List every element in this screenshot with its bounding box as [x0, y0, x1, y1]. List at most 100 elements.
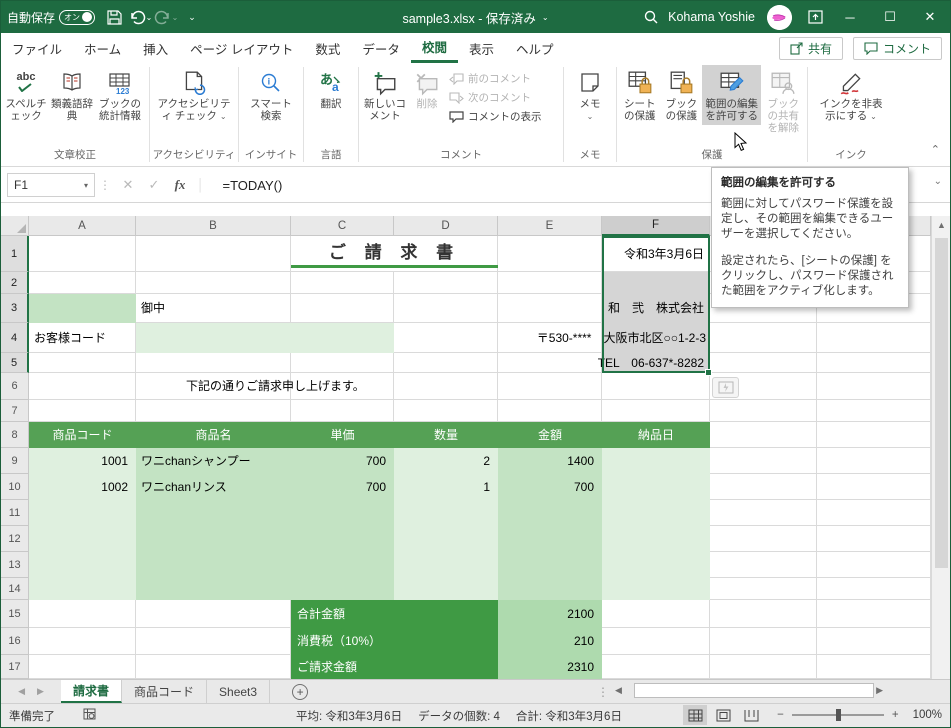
minimize-button[interactable]: ─: [830, 1, 870, 33]
sheet-tab-sheet3[interactable]: Sheet3: [207, 680, 270, 703]
tab-file[interactable]: ファイル: [1, 33, 73, 63]
zoom-slider[interactable]: − +: [777, 709, 898, 721]
page-break-view-icon[interactable]: [739, 705, 763, 725]
horizontal-scrollbar[interactable]: ◀ ▶: [611, 682, 901, 699]
zoom-in-icon[interactable]: +: [892, 709, 899, 721]
grid-cell[interactable]: [136, 272, 291, 294]
grid-cell[interactable]: [29, 236, 136, 272]
tab-review[interactable]: 校閲: [411, 33, 458, 63]
grid-cell[interactable]: [710, 655, 817, 679]
ribbon-display-options-icon[interactable]: [800, 1, 830, 33]
scroll-left-icon[interactable]: ◀: [615, 685, 622, 696]
collapse-ribbon-icon[interactable]: ⌃: [931, 143, 940, 156]
protect-sheet-button[interactable]: シートの保護: [619, 65, 661, 125]
zoom-level[interactable]: 100%: [913, 709, 942, 721]
grid-cell[interactable]: [136, 526, 291, 552]
column-header-A[interactable]: A: [29, 216, 136, 236]
col-header-product-name[interactable]: 商品名: [136, 422, 291, 448]
vertical-scroll-thumb[interactable]: [935, 238, 948, 568]
grid-cell[interactable]: [817, 552, 931, 578]
tax-label[interactable]: 消費税（10%）: [297, 628, 381, 655]
table-row[interactable]: 1400: [498, 448, 594, 474]
grid-cell[interactable]: [498, 373, 602, 400]
autosave-toggle[interactable]: オン: [59, 10, 95, 25]
grid-cell[interactable]: [710, 422, 817, 448]
allow-edit-ranges-button[interactable]: 範囲の編集を許可する: [702, 65, 761, 125]
grid-cell[interactable]: [602, 552, 710, 578]
tab-data[interactable]: データ: [351, 33, 411, 63]
grid-cell[interactable]: [291, 353, 394, 373]
row-header-6[interactable]: 6: [1, 373, 29, 400]
grid-cell[interactable]: [602, 400, 710, 422]
table-row[interactable]: ワニchanシャンプー: [141, 448, 251, 474]
notes-button[interactable]: メモ⌄: [572, 65, 608, 126]
thesaurus-button[interactable]: 類義語辞典: [49, 65, 95, 125]
row-header-3[interactable]: 3: [1, 294, 29, 323]
vertical-scrollbar[interactable]: ▲: [931, 216, 951, 679]
grid-cell[interactable]: [136, 628, 291, 655]
grid-cell[interactable]: [817, 500, 931, 526]
grid-cell[interactable]: [498, 272, 602, 294]
grid-cell[interactable]: [817, 323, 931, 353]
spell-check-button[interactable]: abc スペルチェック: [3, 65, 49, 125]
total-value[interactable]: 2100: [498, 600, 594, 628]
save-icon[interactable]: [101, 4, 127, 30]
row-header-2[interactable]: 2: [1, 272, 29, 294]
row-header-12[interactable]: 12: [1, 526, 29, 552]
new-comment-button[interactable]: 新しいコメント: [361, 65, 409, 125]
search-icon[interactable]: [638, 4, 664, 30]
sheet-tab-invoice[interactable]: 請求書: [61, 680, 122, 703]
grid-cell[interactable]: [29, 600, 136, 628]
grid-cell[interactable]: [29, 578, 136, 600]
grid-cell[interactable]: [136, 400, 291, 422]
grid-cell[interactable]: [710, 628, 817, 655]
table-row[interactable]: 1002: [29, 474, 128, 500]
row-header-13[interactable]: 13: [1, 552, 29, 578]
scroll-right-icon[interactable]: ▶: [876, 685, 883, 696]
grid-cell[interactable]: [394, 526, 498, 552]
table-row[interactable]: 700: [498, 474, 594, 500]
grid-cell[interactable]: [817, 578, 931, 600]
grid-cell[interactable]: [394, 600, 498, 628]
tab-help[interactable]: ヘルプ: [505, 33, 565, 63]
grid-cell[interactable]: [394, 373, 498, 400]
grid-cell[interactable]: [710, 448, 817, 474]
grid-cell[interactable]: [498, 400, 602, 422]
grid-cell[interactable]: [710, 552, 817, 578]
row-header-5[interactable]: 5: [1, 353, 29, 373]
grid-cell[interactable]: [394, 655, 498, 679]
tabbar-divider[interactable]: ⋮: [597, 680, 609, 704]
grid-cell[interactable]: [291, 400, 394, 422]
grid-cell[interactable]: [817, 373, 931, 400]
column-header-F[interactable]: F: [602, 216, 710, 236]
table-row[interactable]: ワニchanリンス: [141, 474, 227, 500]
grid-cell[interactable]: [602, 600, 710, 628]
grid-cell[interactable]: [817, 474, 931, 500]
grid-cell[interactable]: [291, 294, 394, 323]
quick-analysis-button[interactable]: [712, 377, 739, 398]
col-header-delivery-date[interactable]: 納品日: [602, 422, 710, 448]
grid-cell[interactable]: [291, 500, 394, 526]
formula-input[interactable]: =TODAY(): [223, 178, 283, 193]
grid-cell[interactable]: [817, 526, 931, 552]
grid-cell[interactable]: [29, 353, 136, 373]
grid-cell[interactable]: [394, 500, 498, 526]
grid-cell[interactable]: [29, 294, 136, 323]
grid-cell[interactable]: [817, 422, 931, 448]
grid-cell[interactable]: [602, 448, 710, 474]
grid-cell[interactable]: [29, 400, 136, 422]
row-header-9[interactable]: 9: [1, 448, 29, 474]
tab-page-layout[interactable]: ページ レイアウト: [179, 33, 304, 63]
grid-cell[interactable]: [29, 272, 136, 294]
grid-cell[interactable]: [710, 526, 817, 552]
grid-cell[interactable]: [291, 578, 394, 600]
grid-cell[interactable]: [291, 526, 394, 552]
formula-bar-expand-icon[interactable]: ⌄: [934, 176, 942, 187]
maximize-button[interactable]: ☐: [870, 1, 910, 33]
normal-view-icon[interactable]: [683, 705, 707, 725]
column-header-D[interactable]: D: [394, 216, 498, 236]
grid-cell[interactable]: [29, 500, 136, 526]
col-header-product-code[interactable]: 商品コード: [29, 422, 136, 448]
grid-cell[interactable]: [394, 552, 498, 578]
grid-cell[interactable]: [394, 272, 498, 294]
